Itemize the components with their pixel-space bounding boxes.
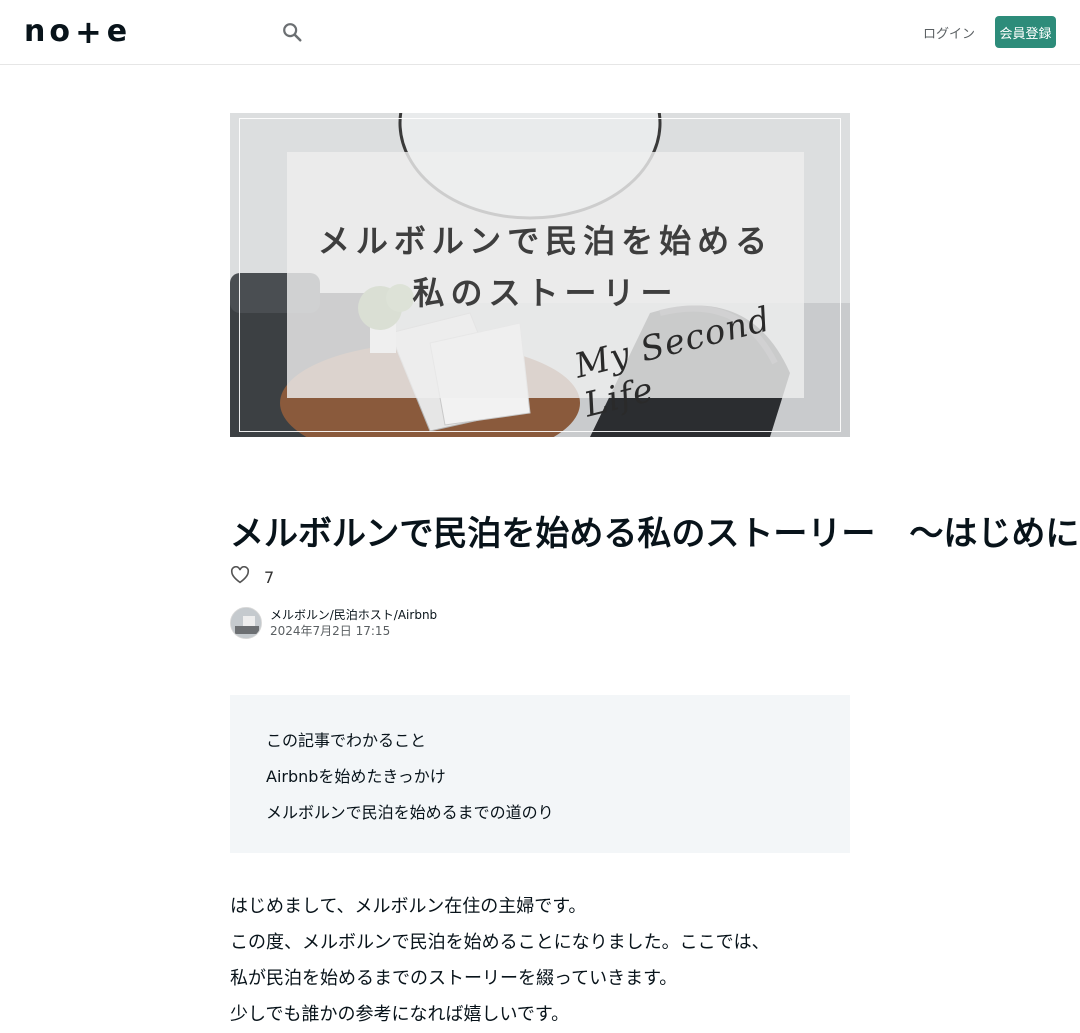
site-header: n o + e ログイン 会員登録 [0,0,1080,65]
logo-letter-plus: + [74,13,104,51]
signup-button[interactable]: 会員登録 [995,16,1056,48]
post-date: 2024年7月2日 17:15 [270,624,391,638]
logo-letter-o: o [49,14,72,49]
like-button[interactable] [230,565,250,588]
article-title: メルボルンで民泊を始める私のストーリー 〜はじめに〜 [230,514,1080,554]
search-button[interactable] [278,18,306,46]
logo-letter-n: n [24,14,48,49]
login-link[interactable]: ログイン [920,20,978,44]
author-name[interactable]: メルボルン/民泊ホスト/Airbnb [270,607,437,623]
hero-title-card: メルボルンで民泊を始める 私のストーリー My Second Life [287,152,804,425]
hero-image: メルボルンで民泊を始める 私のストーリー My Second Life [230,113,850,437]
search-icon [283,23,302,42]
summary-line: Airbnbを始めたきっかけ [266,767,446,786]
body-paragraph-line: はじめまして、メルボルン在住の主婦です。 [230,896,587,917]
logo-letter-e: e [106,14,130,49]
body-paragraph-line: 少しでも誰かの参考になれば嬉しいです。 [230,1004,570,1025]
heart-icon [230,565,250,584]
like-row: 7 [230,565,274,588]
hero-title-line2: 私のストーリー [412,274,679,312]
body-paragraph-line: この度、メルボルンで民泊を始めることになりました。ここでは、 [230,932,770,953]
author-info: メルボルン/民泊ホスト/Airbnb 2024年7月2日 17:15 [270,607,437,639]
summary-line: メルボルンで民泊を始めるまでの道のり [266,803,554,822]
body-paragraph-line: 私が民泊を始めるまでのストーリーを綴っていきます。 [230,968,678,989]
hero-title-line1: メルボルンで民泊を始める [317,222,774,260]
summary-box: この記事でわかること Airbnbを始めたきっかけ メルボルンで民泊を始めるまで… [230,695,850,853]
avatar-image [231,608,261,638]
author-avatar[interactable] [230,607,262,639]
like-count[interactable]: 7 [264,568,274,587]
note-logo[interactable]: n o + e [24,13,130,51]
article-body: はじめまして、メルボルン在住の主婦です。 この度、メルボルンで民泊を始めることに… [230,889,850,1033]
summary-line: この記事でわかること [266,731,427,750]
author-block[interactable]: メルボルン/民泊ホスト/Airbnb 2024年7月2日 17:15 [230,606,437,640]
